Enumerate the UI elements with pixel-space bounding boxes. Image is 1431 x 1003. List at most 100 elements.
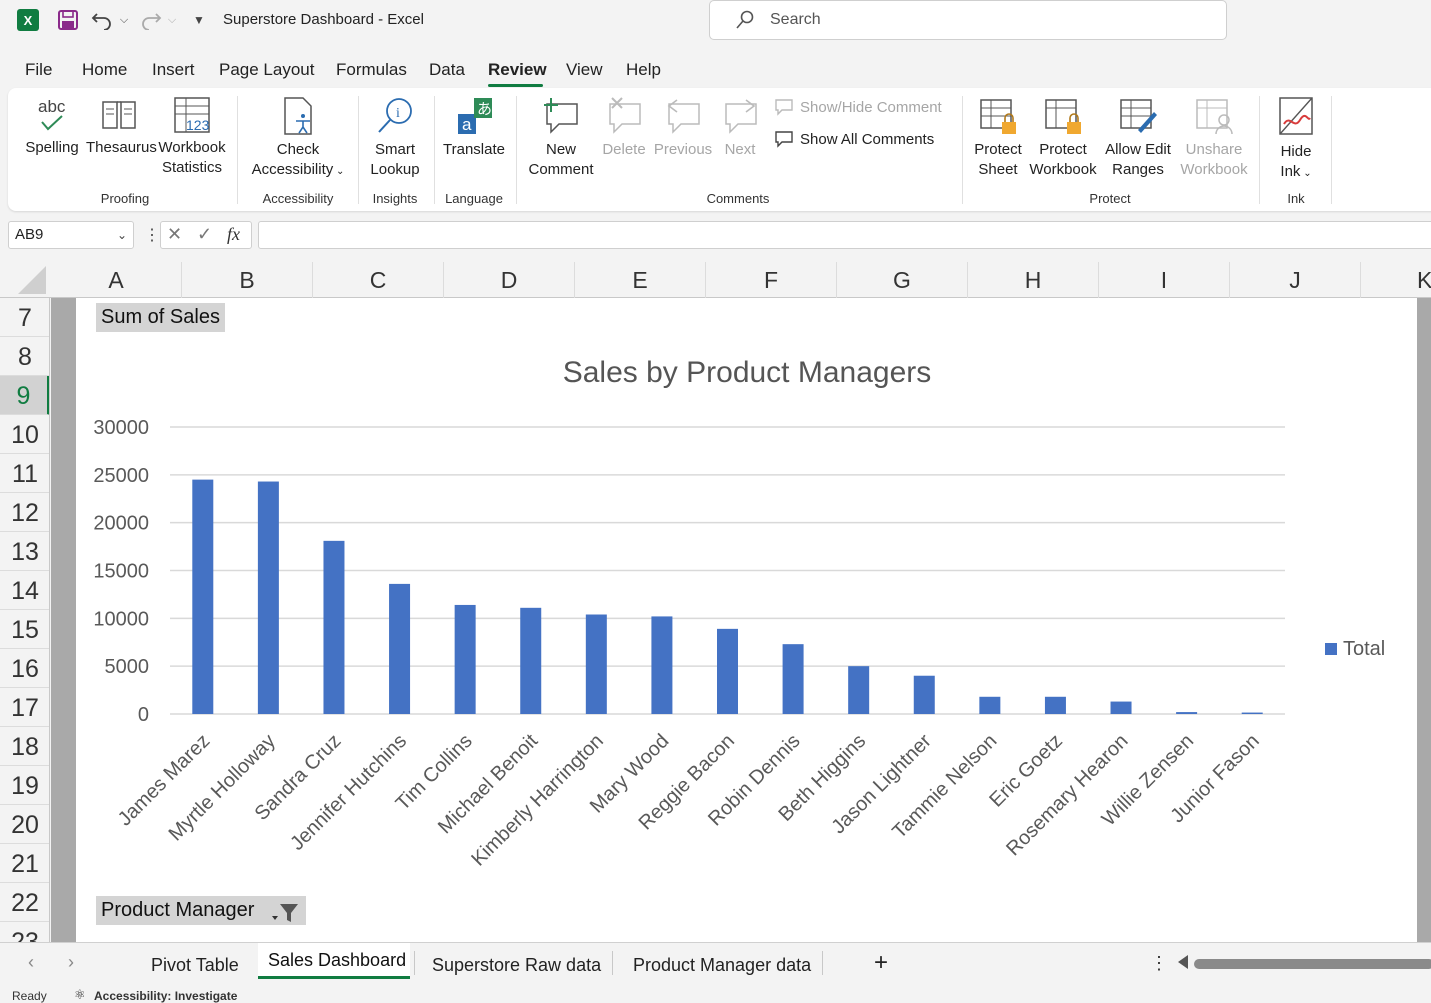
menu-home[interactable]: Home	[82, 60, 127, 80]
check-accessibility-button[interactable]: Check Accessibility ⌄	[246, 96, 350, 182]
search-box[interactable]: Search	[709, 0, 1227, 40]
delete-comment-button[interactable]: Delete	[598, 96, 650, 160]
show-hide-comment-button[interactable]: Show/Hide Comment	[774, 98, 942, 116]
column-header-e[interactable]: E	[575, 262, 706, 298]
confirm-icon[interactable]: ✓	[197, 224, 212, 245]
bar-tammie-nelson	[979, 696, 1001, 714]
scroll-left-arrow-icon[interactable]	[1178, 955, 1188, 969]
horizontal-scrollbar[interactable]	[1194, 959, 1431, 969]
row-header-9[interactable]: 9	[0, 376, 49, 415]
show-hide-comment-icon	[775, 99, 793, 116]
add-sheet-button[interactable]: +	[874, 949, 888, 977]
unshare-workbook-button[interactable]: Unshare Workbook	[1176, 96, 1252, 180]
menu-page-layout[interactable]: Page Layout	[219, 60, 314, 80]
menu-view[interactable]: View	[566, 60, 603, 80]
bar-james-marez	[192, 479, 214, 714]
row-header-11[interactable]: 11	[0, 454, 49, 493]
scroll-tabs-right-icon[interactable]: ›	[68, 952, 74, 973]
row-header-12[interactable]: 12	[0, 493, 49, 532]
column-header-d[interactable]: D	[444, 262, 575, 298]
row-header-16[interactable]: 16	[0, 649, 49, 688]
tab-separator	[612, 951, 613, 975]
more-options-icon[interactable]: ⋮	[144, 225, 160, 245]
status-bar: Ready ⚛ Accessibility: Investigate	[0, 984, 1431, 1003]
hide-ink-button[interactable]: Hide Ink ⌄	[1268, 96, 1324, 184]
row-header-21[interactable]: 21	[0, 844, 49, 883]
save-icon[interactable]	[57, 9, 79, 31]
formula-input[interactable]	[258, 221, 1431, 249]
sheet-tab-superstore-raw-data[interactable]: Superstore Raw data	[432, 955, 601, 976]
row-header-10[interactable]: 10	[0, 415, 49, 454]
row-header-7[interactable]: 7	[0, 298, 49, 337]
column-header-h[interactable]: H	[968, 262, 1099, 298]
column-header-k[interactable]: K	[1361, 262, 1431, 298]
cancel-icon[interactable]: ✕	[167, 224, 182, 245]
select-all-button[interactable]	[0, 262, 50, 298]
new-comment-button[interactable]: New Comment	[524, 96, 598, 180]
menu-help[interactable]: Help	[626, 60, 661, 80]
insert-function-icon[interactable]: fx	[227, 224, 240, 245]
sheet-tab-sales-dashboard[interactable]: Sales Dashboard	[268, 950, 406, 971]
show-all-comments-button[interactable]: Show All Comments	[774, 130, 934, 148]
thesaurus-label: Thesaurus	[86, 139, 157, 156]
column-header-i[interactable]: I	[1099, 262, 1230, 298]
row-header-19[interactable]: 19	[0, 766, 49, 805]
undo-icon[interactable]	[91, 9, 113, 31]
accessibility-status[interactable]: Accessibility: Investigate	[94, 989, 237, 1003]
allow-edit-ranges-button[interactable]: Allow Edit Ranges	[1100, 96, 1176, 180]
menu-data[interactable]: Data	[429, 60, 465, 80]
menu-file[interactable]: File	[25, 60, 52, 80]
row-header-20[interactable]: 20	[0, 805, 49, 844]
new-comment-label-2: Comment	[528, 161, 594, 178]
bar-junior-fason	[1241, 712, 1263, 714]
bar-reggie-bacon	[717, 628, 738, 714]
bar-jason-lightner	[913, 675, 935, 714]
more-tabs-icon[interactable]: ⋮	[1150, 953, 1168, 974]
row-header-22[interactable]: 22	[0, 883, 49, 922]
row-header-15[interactable]: 15	[0, 610, 49, 649]
unshare-workbook-label-2: Workbook	[1180, 161, 1248, 178]
protect-workbook-button[interactable]: Protect Workbook	[1026, 96, 1100, 180]
next-comment-button[interactable]: Next	[716, 96, 764, 160]
smart-lookup-button[interactable]: i Smart Lookup	[364, 96, 426, 180]
name-box-value: AB9	[15, 226, 44, 243]
redo-dropdown-icon[interactable]: ⌵	[166, 9, 178, 31]
column-header-f[interactable]: F	[706, 262, 837, 298]
column-header-b[interactable]: B	[182, 262, 313, 298]
menu-insert[interactable]: Insert	[152, 60, 195, 80]
group-separator	[434, 96, 435, 204]
thesaurus-button[interactable]: Thesaurus	[86, 96, 157, 158]
previous-comment-icon	[667, 99, 700, 134]
row-header-18[interactable]: 18	[0, 727, 49, 766]
column-header-g[interactable]: G	[837, 262, 968, 298]
column-header-c[interactable]: C	[313, 262, 444, 298]
row-header-8[interactable]: 8	[0, 337, 49, 376]
row-header-13[interactable]: 13	[0, 532, 49, 571]
protect-sheet-button[interactable]: Protect Sheet	[970, 96, 1026, 180]
bar-michael-benoit	[520, 607, 542, 714]
spelling-button[interactable]: abc Spelling	[22, 96, 82, 158]
previous-comment-button[interactable]: Previous	[652, 96, 714, 160]
column-header-j[interactable]: J	[1230, 262, 1361, 298]
row-header-14[interactable]: 14	[0, 571, 49, 610]
sheet-tab-pivot-table[interactable]: Pivot Table	[151, 955, 239, 976]
sales-chart[interactable]: 050001000015000200002500030000James Mare…	[51, 298, 1417, 942]
scroll-tabs-left-icon[interactable]: ‹	[28, 952, 34, 973]
bar-beth-higgins	[848, 666, 870, 714]
menu-review[interactable]: Review	[488, 60, 547, 80]
name-box[interactable]: AB9 ⌄	[8, 221, 134, 249]
row-header-17[interactable]: 17	[0, 688, 49, 727]
row-header-23[interactable]: 23	[0, 922, 49, 942]
customize-qat-icon[interactable]: ▼	[192, 9, 206, 31]
chevron-down-icon[interactable]: ⌄	[117, 228, 127, 242]
menu-formulas[interactable]: Formulas	[336, 60, 407, 80]
protect-sheet-icon	[980, 99, 1016, 134]
workbook-statistics-button[interactable]: 123 Workbook Statistics	[154, 96, 230, 178]
translate-button[interactable]: aあ Translate	[440, 96, 508, 160]
column-header-a[interactable]: A	[51, 262, 182, 298]
redo-icon[interactable]	[140, 9, 162, 31]
undo-dropdown-icon[interactable]: ⌵	[118, 9, 130, 31]
worksheet[interactable]: Sum of Sales Product Manager Sales by Pr…	[51, 298, 1431, 942]
next-comment-icon	[725, 99, 757, 134]
sheet-tab-product-manager-data[interactable]: Product Manager data	[633, 955, 811, 976]
